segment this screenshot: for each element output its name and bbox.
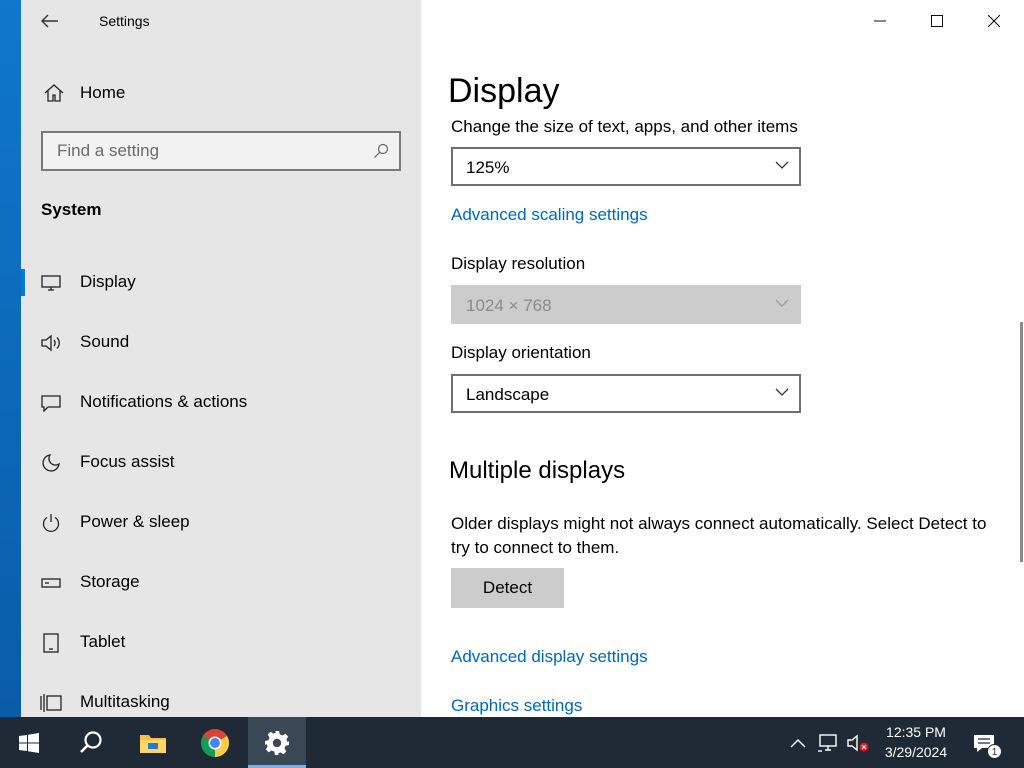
- search-icon[interactable]: [373, 143, 389, 159]
- gear-icon: [265, 730, 289, 755]
- sidebar-item-label: Tablet: [80, 632, 126, 651]
- speaker-icon: [40, 332, 62, 354]
- scale-value: 125%: [466, 158, 510, 177]
- close-icon: [988, 15, 1000, 27]
- chrome-button[interactable]: [186, 717, 244, 768]
- volume-muted-icon: [847, 734, 869, 752]
- detect-button[interactable]: Detect: [451, 568, 564, 608]
- file-explorer-button[interactable]: [124, 717, 182, 768]
- back-arrow-icon: [41, 14, 58, 28]
- monitor-icon: [40, 272, 62, 294]
- app-title: Settings: [99, 13, 150, 29]
- notification-count-badge: 1: [987, 744, 1002, 759]
- sidebar-item-label: Sound: [80, 332, 130, 351]
- resolution-value: 1024 × 768: [466, 296, 552, 315]
- scale-label: Change the size of text, apps, and other…: [451, 117, 798, 136]
- start-button[interactable]: [0, 717, 58, 768]
- sidebar-item-label: Notifications & actions: [80, 392, 248, 411]
- orientation-label: Display orientation: [451, 343, 591, 362]
- chevron-down-icon: [775, 161, 789, 169]
- clock-date: 3/29/2024: [884, 744, 948, 760]
- settings-taskbar-button[interactable]: [248, 717, 306, 768]
- back-button[interactable]: [37, 10, 63, 32]
- action-center-button[interactable]: 1: [972, 731, 1002, 759]
- storage-icon: [40, 572, 62, 594]
- windows-logo-icon: [19, 732, 39, 753]
- chevron-down-icon: [775, 299, 789, 307]
- main-content: Display Change the size of text, apps, a…: [421, 0, 1024, 717]
- resolution-label: Display resolution: [451, 254, 586, 273]
- sidebar-item-label: Display: [80, 272, 136, 291]
- sidebar-item-label: Multitasking: [80, 692, 170, 711]
- desktop-background: [0, 0, 21, 717]
- settings-window: Settings Home System Display: [21, 0, 1024, 717]
- sidebar-item-label: Power & sleep: [80, 512, 190, 531]
- volume-tray-button[interactable]: [846, 731, 870, 755]
- sidebar-item-sound[interactable]: Sound: [21, 318, 421, 368]
- minimize-icon: [874, 20, 886, 22]
- advanced-scaling-link[interactable]: Advanced scaling settings: [451, 205, 648, 225]
- chevron-down-icon: [775, 388, 789, 396]
- sidebar-item-storage[interactable]: Storage: [21, 558, 421, 608]
- chrome-icon: [201, 728, 229, 757]
- sidebar-item-display[interactable]: Display: [21, 258, 421, 308]
- taskbar: 12:35 PM 3/29/2024 1: [0, 717, 1024, 768]
- folder-icon: [140, 734, 166, 753]
- tablet-icon: [40, 632, 62, 654]
- moon-icon: [40, 452, 62, 474]
- maximize-button[interactable]: [909, 0, 965, 42]
- maximize-icon: [931, 15, 943, 27]
- message-icon: [40, 392, 62, 414]
- sidebar-item-notifications[interactable]: Notifications & actions: [21, 378, 421, 428]
- sidebar-item-multitasking[interactable]: Multitasking: [21, 678, 421, 717]
- sidebar-item-power-sleep[interactable]: Power & sleep: [21, 498, 421, 548]
- scale-dropdown[interactable]: 125%: [451, 147, 801, 186]
- search-input[interactable]: [43, 133, 363, 169]
- graphics-settings-link[interactable]: Graphics settings: [451, 696, 582, 716]
- title-bar: Settings: [21, 0, 421, 42]
- clock-time: 12:35 PM: [886, 724, 946, 740]
- multiple-displays-description: Older displays might not always connect …: [451, 514, 987, 557]
- home-icon: [44, 84, 64, 102]
- show-hidden-icons-button[interactable]: [786, 731, 810, 755]
- resolution-dropdown[interactable]: 1024 × 768: [451, 285, 801, 324]
- search-box: [41, 131, 401, 171]
- section-heading: System: [41, 200, 102, 219]
- orientation-dropdown[interactable]: Landscape: [451, 374, 801, 413]
- home-label: Home: [80, 83, 126, 102]
- taskbar-search-button[interactable]: [62, 717, 120, 768]
- sidebar: Settings Home System Display: [21, 0, 421, 717]
- scrollbar[interactable]: [1020, 322, 1023, 562]
- sidebar-item-label: Focus assist: [80, 452, 175, 471]
- sidebar-item-label: Storage: [80, 572, 140, 591]
- search-icon: [80, 730, 102, 753]
- advanced-display-link[interactable]: Advanced display settings: [451, 647, 648, 667]
- clock[interactable]: 12:35 PM 3/29/2024: [874, 722, 958, 762]
- orientation-value: Landscape: [466, 385, 550, 404]
- network-tray-button[interactable]: [816, 731, 840, 755]
- minimize-button[interactable]: [852, 0, 908, 42]
- sidebar-item-focus-assist[interactable]: Focus assist: [21, 438, 421, 488]
- page-title: Display: [448, 72, 560, 110]
- close-button[interactable]: [966, 0, 1022, 42]
- network-icon: [818, 734, 837, 752]
- multiple-displays-heading: Multiple displays: [449, 457, 626, 484]
- sidebar-item-tablet[interactable]: Tablet: [21, 618, 421, 668]
- chevron-up-icon: [790, 738, 806, 748]
- power-icon: [40, 512, 62, 534]
- multitasking-icon: [40, 692, 62, 714]
